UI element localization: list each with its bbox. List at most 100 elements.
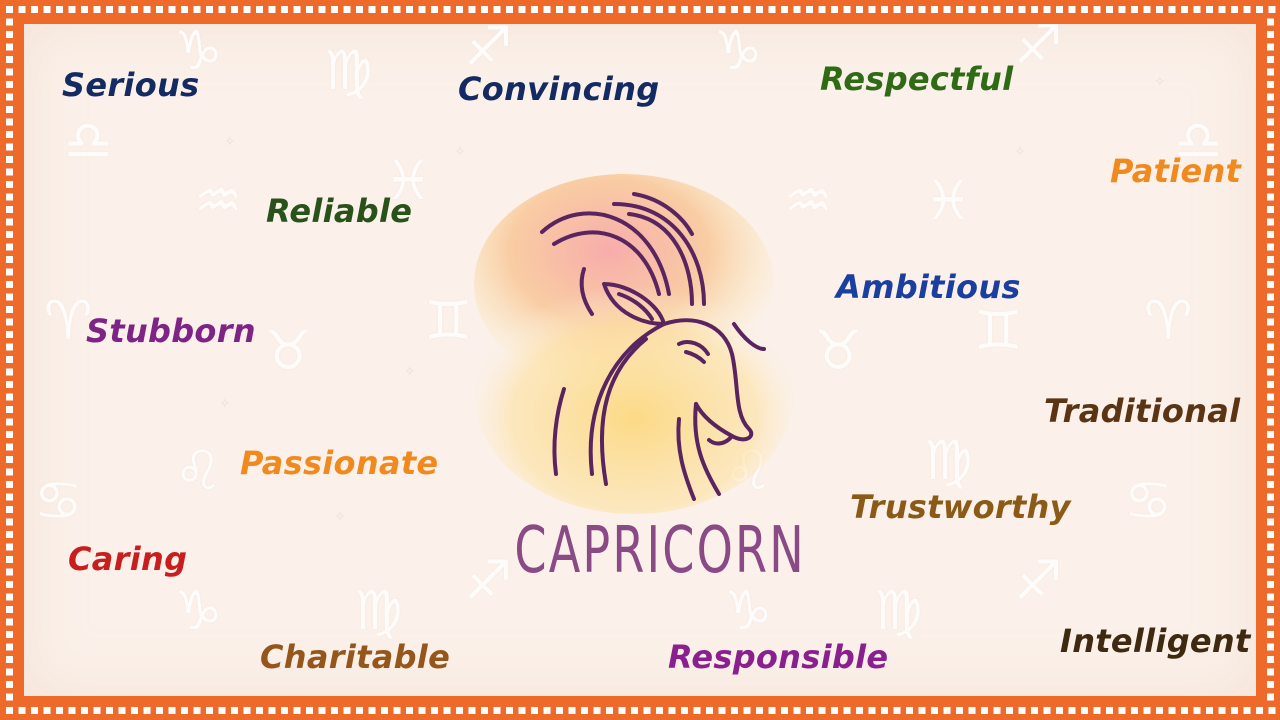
border-dot xyxy=(943,707,951,714)
border-dot xyxy=(6,93,13,101)
star-icon: ✧ xyxy=(219,396,231,412)
border-dot xyxy=(118,6,126,13)
aries-symbol-icon: ♈ xyxy=(1144,289,1193,352)
border-dot xyxy=(443,6,451,13)
border-dot xyxy=(6,693,13,701)
border-dot xyxy=(731,6,738,13)
border-dot xyxy=(6,218,13,226)
border-dot xyxy=(318,6,326,13)
border-dot xyxy=(581,6,588,13)
border-dot xyxy=(156,707,163,714)
border-dot xyxy=(1267,656,1274,663)
border-dot xyxy=(868,6,876,13)
border-dot xyxy=(493,6,501,13)
border-dot xyxy=(206,6,213,13)
border-dot xyxy=(1018,6,1026,13)
border-dot xyxy=(606,6,613,13)
trait-responsible: Responsible xyxy=(668,638,889,676)
border-dot xyxy=(1267,456,1274,463)
border-dot xyxy=(6,331,13,338)
border-dot xyxy=(293,707,301,714)
border-dot xyxy=(981,707,988,714)
border-dot xyxy=(1193,707,1201,714)
border-dot xyxy=(306,707,313,714)
border-dot xyxy=(881,707,888,714)
border-dot xyxy=(431,707,438,714)
border-dot xyxy=(6,431,13,438)
border-dot xyxy=(1267,281,1274,288)
border-dot xyxy=(1193,6,1201,13)
border-dot xyxy=(418,707,426,714)
virgo-symbol-icon: ♍ xyxy=(354,579,403,642)
border-dot xyxy=(256,707,263,714)
border-dot xyxy=(181,6,188,13)
border-dot xyxy=(1068,6,1076,13)
border-dot xyxy=(356,6,363,13)
border-dot xyxy=(1267,243,1274,251)
border-dot xyxy=(768,707,776,714)
star-icon: ✧ xyxy=(404,364,416,380)
border-dot xyxy=(693,6,701,13)
border-dot xyxy=(1267,181,1274,188)
border-dot xyxy=(893,6,901,13)
border-dot xyxy=(6,306,13,313)
border-dot xyxy=(906,6,913,13)
border-dot xyxy=(1267,156,1274,163)
border-dot xyxy=(906,707,913,714)
gemini-symbol-icon: ♊ xyxy=(974,299,1023,362)
border-dot xyxy=(718,6,726,13)
border-dot xyxy=(231,6,238,13)
border-dot xyxy=(631,6,638,13)
border-dot xyxy=(1031,707,1038,714)
border-dot xyxy=(1267,218,1274,226)
border-dot xyxy=(1267,418,1274,426)
border-dot xyxy=(1267,18,1274,26)
border-dot xyxy=(481,707,488,714)
border-dot xyxy=(1006,6,1013,13)
border-dot xyxy=(593,6,601,13)
border-dot xyxy=(981,6,988,13)
border-dot xyxy=(1131,707,1138,714)
border-dot xyxy=(956,707,963,714)
trait-respectful: Respectful xyxy=(820,60,1014,98)
border-dot xyxy=(1267,356,1274,363)
border-dot xyxy=(106,707,113,714)
border-dot xyxy=(606,707,613,714)
border-dot xyxy=(1267,568,1274,576)
star-icon: ✧ xyxy=(1154,74,1166,90)
border-dot xyxy=(6,581,13,588)
border-dot xyxy=(731,707,738,714)
capricorn-goat-icon xyxy=(474,174,794,514)
border-dot xyxy=(1267,81,1274,88)
border-dot xyxy=(6,81,13,88)
border-dot xyxy=(931,6,938,13)
border-dot xyxy=(6,231,13,238)
border-dot xyxy=(381,707,388,714)
border-dot xyxy=(93,6,101,13)
border-dot xyxy=(1267,118,1274,126)
star-icon: ✧ xyxy=(224,134,236,150)
border-dot xyxy=(1143,707,1151,714)
border-dot xyxy=(843,6,851,13)
border-dot xyxy=(6,156,13,163)
border-dot xyxy=(1256,707,1263,714)
border-dot xyxy=(1267,306,1274,313)
border-dot xyxy=(643,6,651,13)
border-dot xyxy=(6,668,13,676)
border-dot xyxy=(568,707,576,714)
border-dot xyxy=(1081,707,1088,714)
border-dot xyxy=(1267,643,1274,651)
capricorn-symbol-icon: ♑ xyxy=(714,24,763,82)
border-dot xyxy=(1168,707,1176,714)
border-dot xyxy=(743,6,751,13)
border-dot xyxy=(1267,31,1274,38)
border-dot xyxy=(293,6,301,13)
border-dot xyxy=(1267,506,1274,513)
border-dot xyxy=(6,318,13,326)
border-dot xyxy=(6,493,13,501)
border-dot xyxy=(393,707,401,714)
border-dot xyxy=(831,6,838,13)
border-dot xyxy=(6,68,13,76)
border-dot xyxy=(218,6,226,13)
border-dot xyxy=(1267,606,1274,613)
